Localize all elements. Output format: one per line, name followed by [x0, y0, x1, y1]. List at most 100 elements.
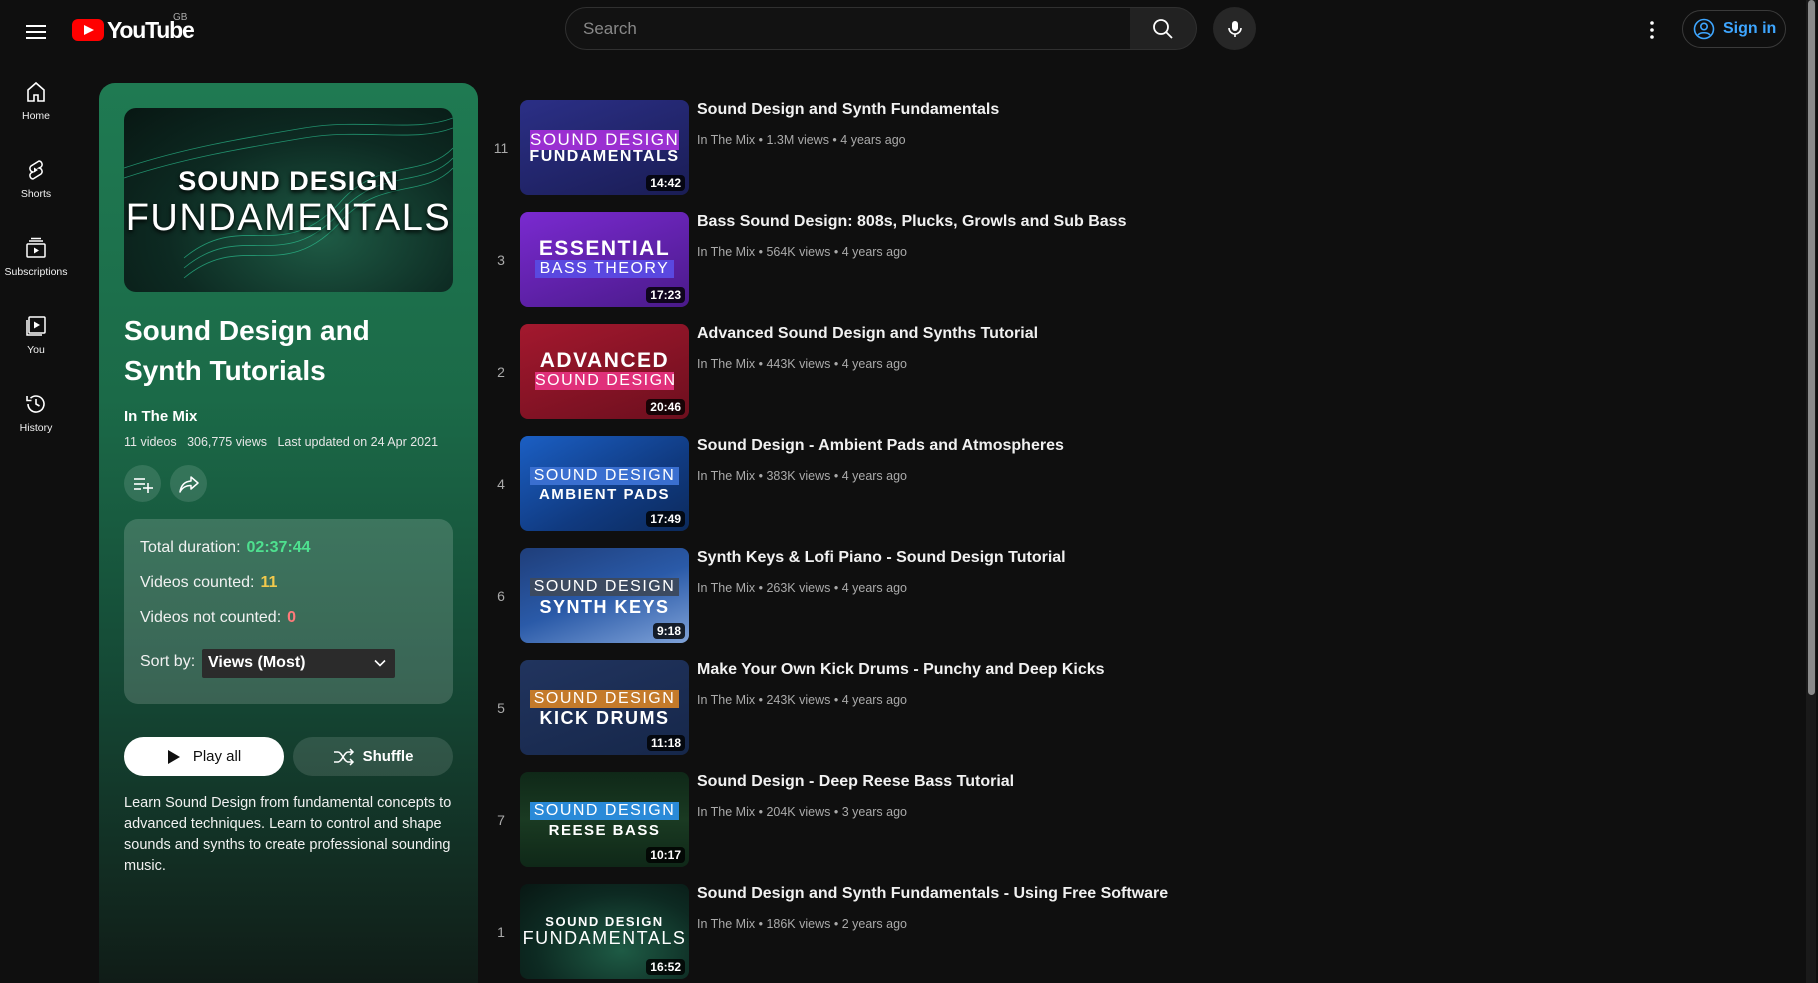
thumb-text-line1: ESSENTIAL [538, 237, 671, 260]
country-code: GB [173, 12, 188, 23]
video-row[interactable]: 4 SOUND DESIGN AMBIENT PADS 17:49 Sound … [488, 436, 1788, 548]
more-options-button[interactable] [1634, 12, 1670, 48]
playlist-thumbnail[interactable]: SOUND DESIGN FUNDAMENTALS [124, 108, 453, 292]
thumb-text-line2: SYNTH KEYS [539, 597, 670, 617]
video-thumbnail[interactable]: SOUND DESIGN FUNDAMENTALS 16:52 [520, 884, 689, 979]
video-thumbnail[interactable]: ESSENTIAL BASS THEORY 17:23 [520, 212, 689, 307]
video-title[interactable]: Bass Sound Design: 808s, Plucks, Growls … [697, 213, 1126, 231]
video-thumbnail[interactable]: ADVANCED SOUND DESIGN 20:46 [520, 324, 689, 419]
video-duration: 9:18 [652, 623, 685, 639]
video-meta: In The Mix • 1.3M views • 4 years ago [697, 133, 906, 147]
sort-by-label: Sort by: [140, 653, 196, 670]
nav-item-subscriptions[interactable]: Subscriptions [0, 220, 72, 298]
video-index: 6 [497, 588, 505, 604]
nav-label: You [27, 344, 45, 356]
shuffle-button[interactable]: Shuffle [293, 737, 453, 776]
playlist-stats-box: Total duration: 02:37:44 Videos counted: 1… [124, 519, 453, 704]
playlist-add-icon [133, 477, 153, 493]
sign-in-button[interactable]: Sign in [1682, 10, 1786, 48]
channel-name[interactable]: In The Mix [124, 408, 197, 425]
search-button[interactable] [1130, 7, 1197, 50]
shorts-icon [29, 160, 43, 180]
youtube-play-icon [72, 19, 104, 41]
video-title[interactable]: Sound Design and Synth Fundamentals - Us… [697, 885, 1168, 903]
thumb-text-line2: AMBIENT PADS [538, 486, 671, 503]
video-thumbnail[interactable]: SOUND DESIGN SYNTH KEYS 9:18 [520, 548, 689, 643]
search-input[interactable] [566, 8, 1130, 49]
video-meta: In The Mix • 564K views • 4 years ago [697, 245, 908, 259]
video-title[interactable]: Synth Keys & Lofi Piano - Sound Design T… [697, 549, 1066, 567]
video-row[interactable]: 2 ADVANCED SOUND DESIGN 20:46 Advanced S… [488, 324, 1788, 436]
video-index: 1 [497, 924, 505, 940]
voice-search-button[interactable] [1213, 7, 1256, 50]
video-row[interactable]: 6 SOUND DESIGN SYNTH KEYS 9:18 Synth Key… [488, 548, 1788, 660]
video-row[interactable]: 7 SOUND DESIGN REESE BASS 10:17 Sound De… [488, 772, 1788, 884]
thumb-text-line2: SOUND DESIGN [535, 372, 677, 390]
thumb-text-line1: ADVANCED [539, 349, 670, 372]
playlist-title: Sound Design and Synth Tutorials [124, 315, 370, 386]
videos-not-counted-row: Videos not counted: 0 [140, 609, 296, 627]
share-button[interactable] [170, 465, 207, 502]
video-row[interactable]: 11 SOUND DESIGN FUNDAMENTALS 14:42 Sound… [488, 100, 1788, 212]
play-all-button[interactable]: Play all [124, 737, 284, 776]
thumb-text-line1: SOUND DESIGN [530, 578, 679, 596]
playlist-header-panel: SOUND DESIGN FUNDAMENTALS Sound Design a… [99, 83, 478, 983]
total-duration-label: Total duration: [140, 539, 241, 556]
video-title[interactable]: Sound Design and Synth Fundamentals [697, 101, 999, 119]
videos-not-counted-label: Videos not counted: [140, 609, 282, 626]
search-box [565, 7, 1131, 50]
video-thumbnail[interactable]: SOUND DESIGN REESE BASS 10:17 [520, 772, 689, 867]
video-thumbnail[interactable]: SOUND DESIGN FUNDAMENTALS 14:42 [520, 100, 689, 195]
history-icon [26, 395, 45, 413]
video-duration: 16:52 [646, 959, 685, 975]
video-duration: 20:46 [646, 399, 685, 415]
microphone-icon [1227, 20, 1242, 37]
video-meta: In The Mix • 204K views • 3 years ago [697, 805, 908, 819]
search-icon [1153, 18, 1173, 39]
video-title[interactable]: Make Your Own Kick Drums - Punchy and De… [697, 661, 1105, 679]
playlist-description: Learn Sound Design from fundamental conc… [124, 795, 452, 874]
you-icon [26, 316, 46, 336]
thumb-text-line2: FUNDAMENTALS [529, 148, 680, 165]
nav-item-home[interactable]: Home [0, 64, 72, 142]
scrollbar-thumb[interactable] [1808, 0, 1815, 695]
video-row[interactable]: 5 SOUND DESIGN KICK DRUMS 11:18 Make You… [488, 660, 1788, 772]
thumb-text-line1: SOUND DESIGN [545, 914, 664, 929]
video-meta: In The Mix • 186K views • 2 years ago [697, 917, 908, 931]
video-title[interactable]: Sound Design - Ambient Pads and Atmosphe… [697, 437, 1064, 455]
video-thumbnail[interactable]: SOUND DESIGN KICK DRUMS 11:18 [520, 660, 689, 755]
nav-label: Subscriptions [4, 266, 68, 278]
play-all-label: Play all [192, 748, 242, 765]
thumb-text-line2: BASS THEORY [535, 260, 674, 278]
subscriptions-icon [26, 237, 46, 258]
video-meta: In The Mix • 383K views • 4 years ago [697, 469, 908, 483]
nav-item-shorts[interactable]: Shorts [0, 142, 72, 220]
nav-label: Home [21, 110, 50, 122]
nav-item-you[interactable]: You [0, 298, 72, 376]
playlist-video-list: 11 SOUND DESIGN FUNDAMENTALS 14:42 Sound… [488, 100, 1788, 983]
last-updated: Last updated on 24 Apr 2021 [277, 435, 439, 449]
videos-not-counted-value: 0 [287, 609, 297, 626]
save-playlist-button[interactable] [124, 465, 161, 502]
video-index: 2 [497, 364, 505, 380]
sort-by-select[interactable]: Views (Most) [202, 649, 395, 678]
page-scrollbar[interactable] [1806, 0, 1816, 983]
videos-counted-row: Videos counted: 11 [140, 574, 277, 592]
video-row[interactable]: 1 SOUND DESIGN FUNDAMENTALS 16:52 Sound … [488, 884, 1788, 983]
total-duration-row: Total duration: 02:37:44 [140, 539, 311, 557]
thumb-text-line1: SOUND DESIGN [178, 166, 399, 196]
video-thumbnail[interactable]: SOUND DESIGN AMBIENT PADS 17:49 [520, 436, 689, 531]
menu-icon[interactable] [20, 16, 52, 48]
videos-counted-label: Videos counted: [140, 574, 255, 591]
video-index: 11 [493, 140, 509, 156]
video-meta: In The Mix • 263K views • 4 years ago [697, 581, 908, 595]
thumb-text-line1: SOUND DESIGN [530, 690, 679, 708]
shuffle-label: Shuffle [362, 748, 414, 765]
video-title[interactable]: Advanced Sound Design and Synths Tutoria… [697, 325, 1038, 343]
video-row[interactable]: 3 ESSENTIAL BASS THEORY 17:23 Bass Sound… [488, 212, 1788, 324]
video-title[interactable]: Sound Design - Deep Reese Bass Tutorial [697, 773, 1014, 791]
video-index: 3 [497, 252, 505, 268]
nav-item-history[interactable]: History [0, 376, 72, 454]
video-count: 11 videos [124, 435, 177, 449]
thumb-text-line2: FUNDAMENTALS [522, 928, 687, 948]
